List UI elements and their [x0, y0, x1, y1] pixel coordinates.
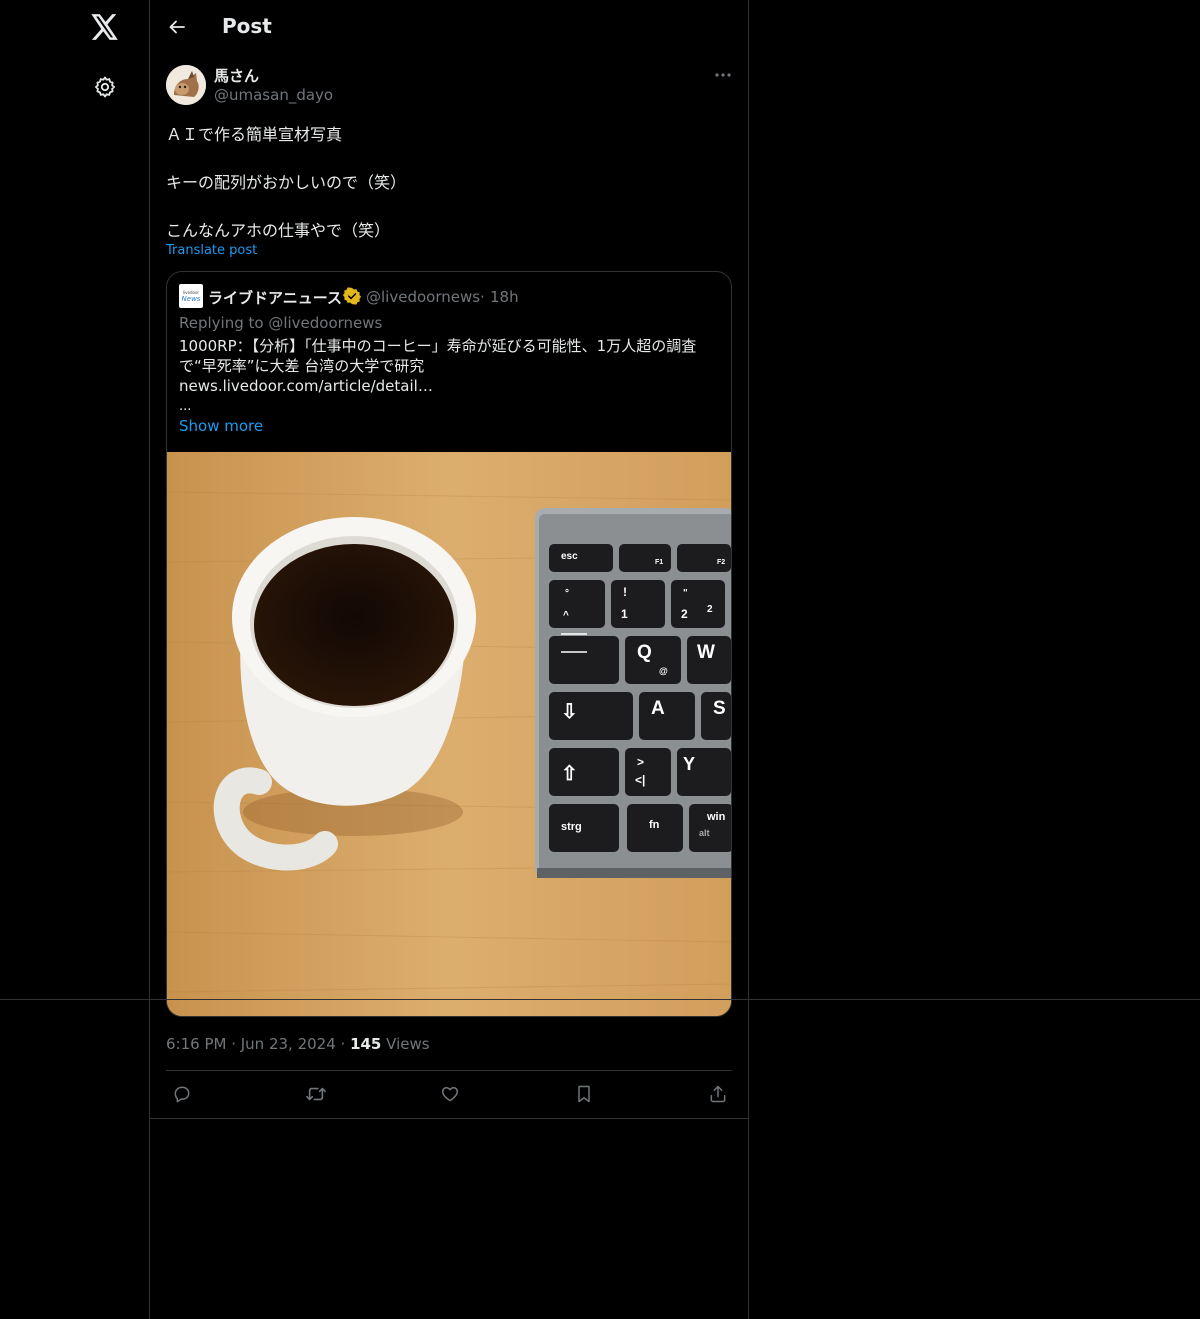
key-label: ⇩	[561, 701, 578, 723]
page-header: Post	[150, 0, 748, 53]
more-horizontal-icon[interactable]	[712, 64, 734, 86]
share-icon[interactable]	[706, 1082, 730, 1106]
key-label: ^	[563, 610, 569, 621]
views-count: 145	[350, 1035, 382, 1053]
key-label: Y	[683, 754, 695, 774]
translate-post-link[interactable]: Translate post	[166, 243, 257, 258]
replying-to: Replying to @livedoornews	[179, 314, 383, 332]
author-name[interactable]: 馬さん	[214, 65, 259, 86]
divider	[150, 1118, 748, 1119]
key-label: @	[659, 666, 668, 676]
quoted-post-image[interactable]: esc F1 F2 ° ^ ! 1 " 2 2 Q @ W ⇩ A S ⇧ > …	[167, 452, 731, 1016]
main-column: Post 馬さん @umasan_dayo ＡＩで作る簡単宣材写真 キーの配列が…	[149, 0, 749, 1319]
key-label: !	[623, 585, 627, 599]
key-label: >	[637, 755, 644, 769]
quoted-post[interactable]: livedoor News ライブドアニュース @livedoornews · …	[166, 271, 732, 1017]
gear-icon[interactable]	[89, 71, 121, 103]
key-label: <|	[635, 773, 645, 787]
key-label: A	[651, 698, 665, 719]
post-text-line: キーの配列がおかしいので（笑）	[166, 173, 407, 192]
key-label: 2	[707, 604, 713, 615]
quoted-author-avatar: livedoor News	[179, 284, 203, 308]
post-text-line: ＡＩで作る簡単宣材写真	[166, 125, 343, 144]
arrow-left-icon[interactable]	[166, 16, 188, 38]
key-label: win	[706, 811, 726, 823]
key-label: alt	[699, 828, 710, 838]
x-logo-icon[interactable]	[89, 11, 121, 43]
views-label: Views	[381, 1035, 430, 1053]
show-more-link[interactable]: Show more	[179, 417, 263, 435]
quoted-author-name: ライブドアニュース	[208, 289, 342, 307]
avatar[interactable]	[166, 65, 206, 105]
logo-text: News	[181, 294, 201, 303]
divider	[0, 999, 1200, 1000]
key-label: "	[683, 588, 688, 599]
verified-badge-icon	[342, 287, 362, 305]
key-label: 1	[621, 607, 628, 621]
quoted-post-ellipsis: ...	[179, 399, 192, 414]
quoted-post-time: 18h	[490, 288, 519, 306]
key-label: °	[565, 588, 569, 599]
separator: ·	[480, 288, 485, 306]
quoted-author-handle: @livedoornews	[366, 288, 481, 306]
reply-icon[interactable]	[170, 1082, 194, 1106]
author-handle[interactable]: @umasan_dayo	[214, 86, 333, 104]
key-label: W	[697, 642, 715, 663]
key-label: Q	[637, 642, 652, 663]
post-timestamp[interactable]: 6:16 PM · Jun 23, 2024 ·	[166, 1035, 350, 1053]
post-text-line: こんなんアホの仕事やで（笑）	[166, 221, 391, 240]
key-label: fn	[649, 819, 660, 831]
key-label: F2	[717, 559, 725, 566]
key-label: F1	[655, 559, 663, 566]
key-label: ⇧	[561, 763, 578, 785]
page-title: Post	[222, 14, 272, 38]
heart-icon[interactable]	[438, 1082, 462, 1106]
key-label: strg	[561, 821, 582, 833]
key-label: S	[713, 698, 726, 719]
quoted-post-text: 1000RP：【分析】「仕事中のコーヒー」寿命が延びる可能性、1万人超の調査で“…	[179, 337, 697, 395]
left-nav	[0, 0, 150, 1319]
repost-icon[interactable]	[304, 1082, 328, 1106]
key-label: 2	[681, 607, 688, 621]
bookmark-icon[interactable]	[572, 1082, 596, 1106]
post-meta: 6:16 PM · Jun 23, 2024 · 145 Views	[166, 1035, 430, 1053]
divider	[166, 1070, 732, 1071]
key-label: esc	[561, 551, 578, 562]
